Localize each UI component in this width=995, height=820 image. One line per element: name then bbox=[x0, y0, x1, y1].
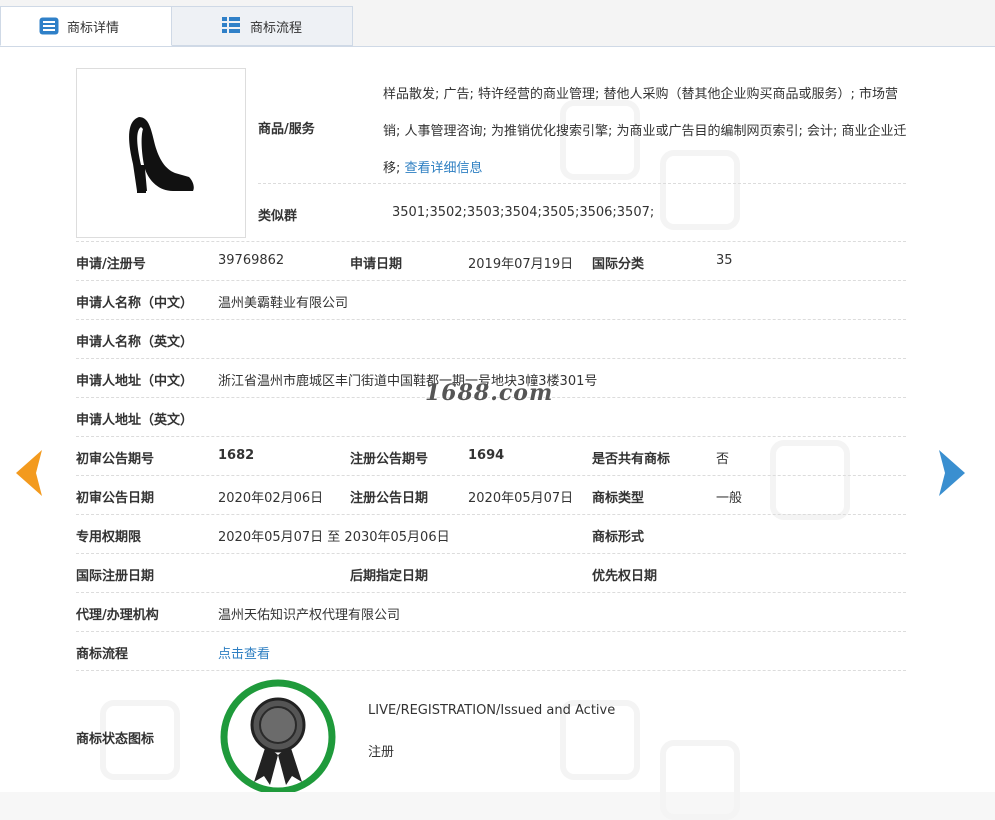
reg-no-value: 39769862 bbox=[218, 253, 285, 268]
divider bbox=[76, 631, 906, 632]
divider bbox=[76, 319, 906, 320]
tab-label: 商标流程 bbox=[250, 20, 303, 36]
divider bbox=[76, 241, 906, 242]
registered-badge-icon bbox=[218, 677, 338, 796]
grid-icon bbox=[222, 17, 242, 35]
tm-type-label: 商标类型 bbox=[592, 491, 645, 506]
applicant-cn-label: 申请人名称（中文） bbox=[76, 296, 194, 311]
view-flow-link[interactable]: 点击查看 bbox=[218, 643, 270, 662]
list-icon bbox=[39, 17, 59, 35]
high-heel-shoe-icon bbox=[129, 117, 194, 193]
reg-pub-no-value: 1694 bbox=[468, 448, 505, 463]
later-date-label: 后期指定日期 bbox=[350, 569, 429, 584]
apply-date-value: 2019年07月19日 bbox=[468, 257, 574, 272]
tab-label: 商标详情 bbox=[67, 20, 120, 36]
prelim-date-value: 2020年02月06日 bbox=[218, 491, 324, 506]
reg-no-label: 申请/注册号 bbox=[76, 257, 146, 272]
shared-value: 否 bbox=[716, 452, 730, 467]
divider bbox=[76, 592, 906, 593]
address-cn-label: 申请人地址（中文） bbox=[76, 374, 194, 389]
address-en-label: 申请人地址（英文） bbox=[76, 413, 194, 428]
similar-group-label: 类似群 bbox=[258, 209, 298, 224]
flow-label: 商标流程 bbox=[76, 647, 129, 662]
divider bbox=[76, 670, 906, 671]
apply-date-label: 申请日期 bbox=[350, 257, 403, 272]
tab-bar: 商标详情 商标流程 bbox=[0, 0, 995, 47]
divider bbox=[76, 553, 906, 554]
divider bbox=[76, 280, 906, 281]
prelim-date-label: 初审公告日期 bbox=[76, 491, 155, 506]
reg-pub-date-value: 2020年05月07日 bbox=[468, 491, 574, 506]
view-details-link[interactable]: 查看详细信息 bbox=[405, 161, 483, 176]
agent-value: 温州天佑知识产权代理有限公司 bbox=[218, 608, 401, 623]
status-en-value: LIVE/REGISTRATION/Issued and Active bbox=[368, 703, 616, 718]
reg-pub-no-label: 注册公告期号 bbox=[350, 452, 429, 467]
tm-form-label: 商标形式 bbox=[592, 530, 645, 545]
exclusive-period-label: 专用权期限 bbox=[76, 530, 142, 545]
divider bbox=[76, 475, 906, 476]
tm-type-value: 一般 bbox=[716, 491, 743, 506]
priority-date-label: 优先权日期 bbox=[592, 569, 658, 584]
divider bbox=[76, 514, 906, 515]
trademark-image bbox=[76, 68, 246, 238]
divider bbox=[76, 436, 906, 437]
status-icon-label: 商标状态图标 bbox=[76, 732, 155, 747]
divider bbox=[76, 358, 906, 359]
tab-trademark-flow[interactable]: 商标流程 bbox=[172, 6, 353, 46]
status-cn-value: 注册 bbox=[368, 745, 395, 760]
intl-class-label: 国际分类 bbox=[592, 257, 645, 272]
divider bbox=[258, 183, 906, 184]
previous-arrow-icon[interactable] bbox=[10, 448, 44, 502]
shared-label: 是否共有商标 bbox=[592, 452, 671, 467]
applicant-en-label: 申请人名称（英文） bbox=[76, 335, 194, 350]
agent-label: 代理/办理机构 bbox=[76, 608, 159, 623]
prelim-no-value: 1682 bbox=[218, 448, 255, 463]
tab-trademark-details[interactable]: 商标详情 bbox=[0, 6, 172, 46]
prelim-no-label: 初审公告期号 bbox=[76, 452, 155, 467]
exclusive-period-value: 2020年05月07日 至 2030年05月06日 bbox=[218, 530, 450, 545]
applicant-cn-value: 温州美霸鞋业有限公司 bbox=[218, 296, 349, 311]
intl-reg-date-label: 国际注册日期 bbox=[76, 569, 155, 584]
watermark-logo bbox=[660, 740, 740, 820]
goods-services-label: 商品/服务 bbox=[258, 122, 315, 137]
watermark-logo bbox=[770, 440, 850, 520]
watermark-text: 1688.com bbox=[425, 380, 554, 406]
reg-pub-date-label: 注册公告日期 bbox=[350, 491, 429, 506]
next-arrow-icon[interactable] bbox=[937, 448, 971, 502]
goods-services-text: 样品散发; 广告; 特许经营的商业管理; 替他人采购（替其他企业购买商品或服务）… bbox=[383, 76, 913, 187]
similar-group-value: 3501;3502;3503;3504;3505;3506;3507; bbox=[392, 205, 655, 220]
intl-class-value: 35 bbox=[716, 253, 733, 268]
